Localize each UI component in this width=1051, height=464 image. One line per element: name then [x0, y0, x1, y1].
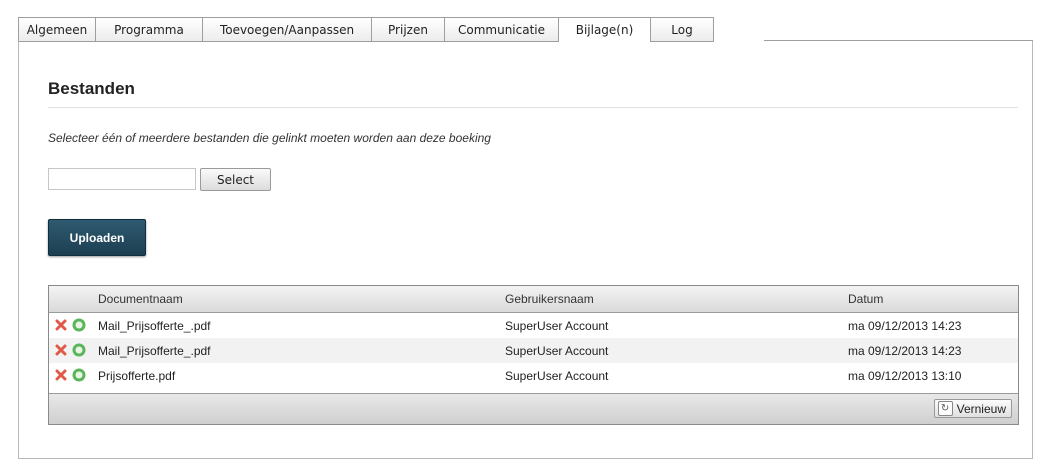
delete-x-icon[interactable]	[55, 369, 67, 381]
grid-footer: ↻ Vernieuw	[49, 393, 1018, 424]
delete-x-icon[interactable]	[55, 319, 67, 331]
user-name: SuperUser Account	[505, 369, 609, 383]
date: ma 09/12/2013 14:23	[848, 344, 962, 358]
approve-circle-icon[interactable]	[72, 343, 86, 357]
attachments-grid: Documentnaam Gebruikersnaam Datum Mail_P…	[48, 285, 1019, 425]
instruction-text: Selecteer één of meerdere bestanden die …	[48, 131, 491, 145]
approve-circle-icon[interactable]	[72, 318, 86, 332]
refresh-button[interactable]: ↻ Vernieuw	[933, 399, 1012, 418]
column-header-gebruikersnaam[interactable]: Gebruikersnaam	[505, 292, 594, 306]
tab-communicatie[interactable]: Communicatie	[444, 17, 558, 41]
user-name: SuperUser Account	[505, 319, 609, 333]
tab-toevoegen-aanpassen[interactable]: Toevoegen/Aanpassen	[202, 17, 371, 41]
tab-algemeen[interactable]: Algemeen	[18, 17, 95, 41]
document-name[interactable]: Prijsofferte.pdf	[98, 369, 175, 383]
section-title: Bestanden	[48, 79, 135, 98]
tab-bijlagen[interactable]: Bijlage(n)	[558, 17, 650, 42]
approve-circle-icon[interactable]	[72, 368, 86, 382]
file-path-input[interactable]	[48, 168, 196, 190]
user-name: SuperUser Account	[505, 344, 609, 358]
table-row: Mail_Prijsofferte_.pdf SuperUser Account…	[49, 338, 1018, 363]
select-file-button[interactable]: Select	[200, 168, 271, 191]
date: ma 09/12/2013 14:23	[848, 319, 962, 333]
tab-bar: Algemeen Programma Toevoegen/Aanpassen P…	[18, 17, 714, 42]
upload-button[interactable]: Uploaden	[48, 219, 146, 256]
date: ma 09/12/2013 13:10	[848, 369, 962, 383]
document-name[interactable]: Mail_Prijsofferte_.pdf	[98, 344, 211, 358]
grid-header: Documentnaam Gebruikersnaam Datum	[49, 286, 1018, 313]
document-name[interactable]: Mail_Prijsofferte_.pdf	[98, 319, 211, 333]
delete-x-icon[interactable]	[55, 344, 67, 356]
divider	[48, 107, 1018, 108]
refresh-label: Vernieuw	[956, 401, 1006, 416]
table-row: Mail_Prijsofferte_.pdf SuperUser Account…	[49, 313, 1018, 338]
refresh-icon: ↻	[937, 401, 953, 416]
table-row: Prijsofferte.pdf SuperUser Account ma 09…	[49, 363, 1018, 388]
column-header-datum[interactable]: Datum	[848, 292, 883, 306]
tab-programma[interactable]: Programma	[95, 17, 202, 41]
tab-prijzen[interactable]: Prijzen	[371, 17, 444, 41]
tab-log[interactable]: Log	[650, 17, 714, 41]
column-header-documentnaam[interactable]: Documentnaam	[98, 292, 183, 306]
